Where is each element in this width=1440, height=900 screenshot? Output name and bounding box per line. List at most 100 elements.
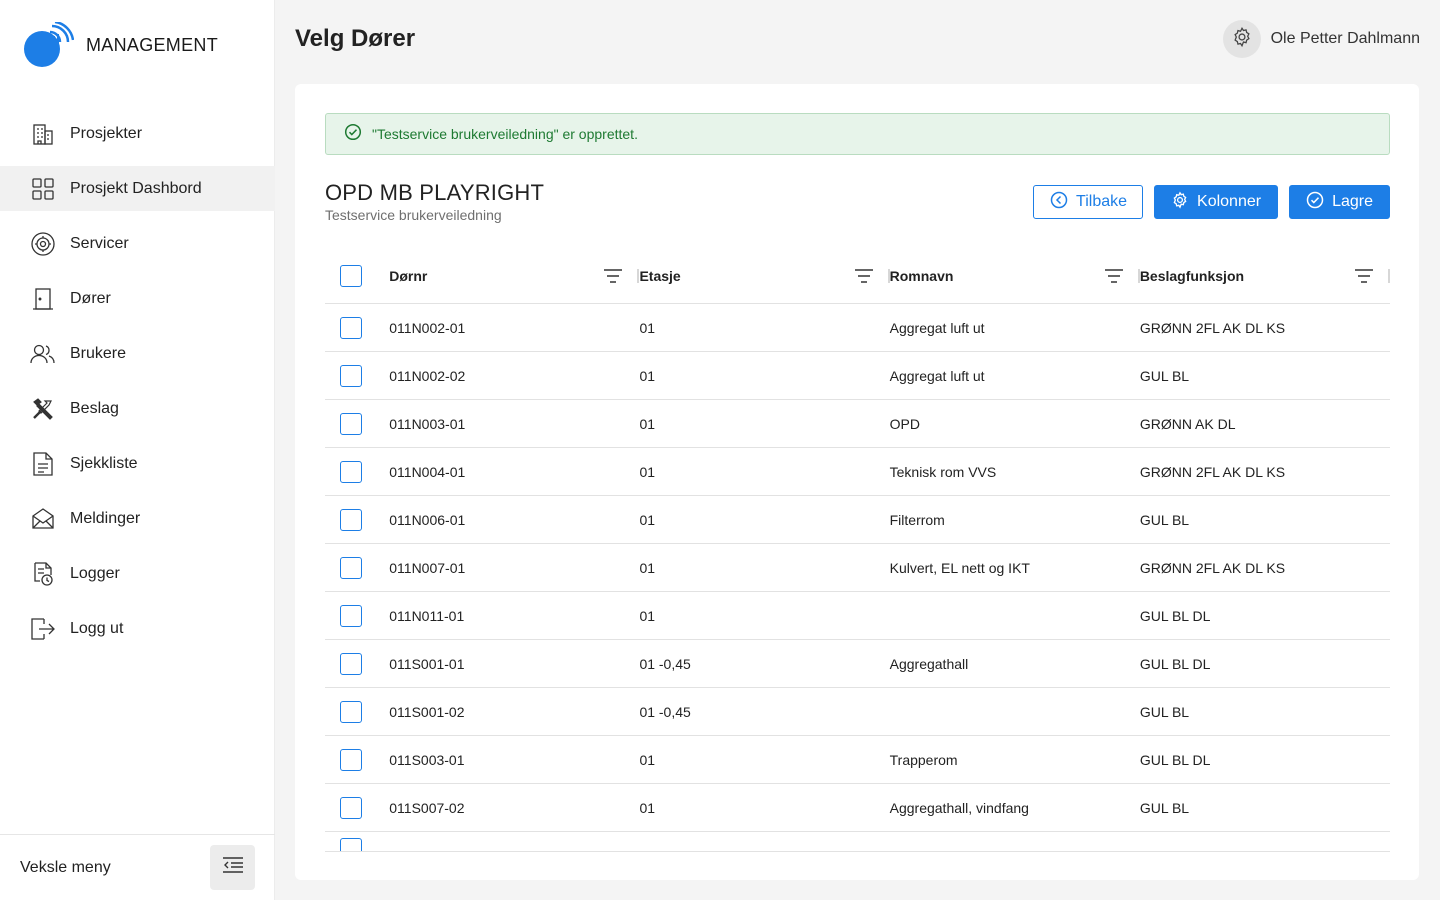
project-title: OPD MB PLAYRIGHT [325,180,545,205]
logo-mark-icon [24,20,75,68]
check-circle-icon [1306,191,1324,214]
collapse-menu-icon [222,856,244,879]
row-checkbox[interactable] [340,412,362,435]
column-header-label: Romnavn [889,267,954,284]
cell-dornr: 011S007-02 [389,799,465,816]
sidebar-item-label: Logger [70,564,120,582]
action-buttons: Tilbake Kolonner Lagre [1033,185,1390,219]
service-gear-icon [30,231,56,257]
cell-etasje: 01 [639,799,656,816]
sidebar-item-label: Prosjekter [70,124,143,142]
table-row[interactable]: 011N006-01 01 Filterrom GUL BL [325,496,1390,544]
filter-icon[interactable] [854,268,874,284]
sidebar-item-meldinger[interactable]: Meldinger [0,496,275,541]
users-icon [30,341,56,367]
cell-romnavn: Aggregat luft ut [889,319,985,336]
column-header-etasje[interactable]: Etasje [639,248,890,303]
sidebar-item-servicer[interactable]: Servicer [0,221,275,266]
cell-romnavn: Trapperom [889,751,958,768]
row-checkbox[interactable] [340,837,362,851]
table-row[interactable]: 011N007-01 01 Kulvert, EL nett og IKT GR… [325,544,1390,592]
sidebar-item-dorer[interactable]: Dører [0,276,275,321]
checklist-document-icon [30,451,56,477]
table-row[interactable]: 011N004-01 01 Teknisk rom VVS GRØNN 2FL … [325,448,1390,496]
user-name[interactable]: Ole Petter Dahlmann [1271,30,1420,48]
table-header: Dørnr Etasje Romnavn Beslagfunksjon [325,248,1390,304]
row-checkbox[interactable] [340,556,362,579]
select-all-checkbox[interactable] [340,264,362,287]
log-clock-icon [30,561,56,587]
sidebar-item-logg-ut[interactable]: Logg ut [0,606,275,651]
column-header-beslagfunksjon[interactable]: Beslagfunksjon [1140,248,1390,303]
cell-dornr: 011S003-01 [389,751,465,768]
cell-beslagfunksjon: GUL BL [1139,703,1190,720]
cell-etasje: 01 [639,367,656,384]
cell-beslagfunksjon: GRØNN 2FL AK DL KS [1139,319,1286,336]
toggle-menu-button[interactable] [210,845,255,890]
check-circle-icon [344,123,362,146]
table-row[interactable]: 011S001-02 01 -0,45 GUL BL [325,688,1390,736]
cell-dornr: 011S001-02 [389,703,465,720]
row-checkbox[interactable] [340,508,362,531]
cell-romnavn [890,688,1140,735]
mail-icon [30,506,56,532]
table-row[interactable]: 011N003-01 01 OPD GRØNN AK DL [325,400,1390,448]
back-button-label: Tilbake [1076,193,1128,210]
chevron-left-circle-icon [1050,191,1068,214]
column-divider[interactable] [1388,268,1390,283]
cell-dornr: 011N006-01 [389,511,466,528]
row-checkbox[interactable] [340,796,362,819]
filter-icon[interactable] [603,268,623,284]
cell-dornr: 011N002-02 [389,367,466,384]
project-subtitle: Testservice brukerveiledning [325,207,502,223]
sidebar-item-label: Beslag [70,399,119,417]
column-header-label: Dørnr [389,267,428,284]
row-checkbox[interactable] [340,364,362,387]
column-header-romnavn[interactable]: Romnavn [890,248,1140,303]
row-checkbox[interactable] [340,748,362,771]
sidebar-item-prosjekter[interactable]: Prosjekter [0,111,275,156]
row-checkbox[interactable] [340,604,362,627]
table-row[interactable]: 011S003-01 01 Trapperom GUL BL DL [325,736,1390,784]
cell-romnavn: OPD [889,415,920,432]
sidebar-item-beslag[interactable]: Beslag [0,386,275,431]
column-header-dornr[interactable]: Dørnr [389,248,640,303]
sidebar-item-label: Prosjekt Dashbord [70,179,202,197]
table-row-partial[interactable] [325,832,1390,852]
row-checkbox[interactable] [340,652,362,675]
row-checkbox[interactable] [340,316,362,339]
filter-icon[interactable] [1104,268,1124,284]
sidebar-item-brukere[interactable]: Brukere [0,331,275,376]
sidebar-item-label: Logg ut [70,619,124,637]
settings-avatar-button[interactable] [1222,20,1261,58]
table-row[interactable]: 011S001-01 01 -0,45 Aggregathall GUL BL … [325,640,1390,688]
cell-etasje: 01 -0,45 [639,703,691,720]
back-button[interactable]: Tilbake [1033,185,1144,219]
page-title: Velg Dører [295,25,416,52]
cell-etasje: 01 -0,45 [639,655,691,672]
table-row[interactable]: 011N002-01 01 Aggregat luft ut GRØNN 2FL… [325,304,1390,352]
sidebar-item-prosjekt-dashbord[interactable]: Prosjekt Dashbord [0,166,275,211]
sidebar-item-label: Dører [70,289,111,307]
cell-beslagfunksjon: GUL BL DL [1139,607,1211,624]
cell-etasje: 01 [639,319,656,336]
table-row[interactable]: 011N011-01 01 GUL BL DL [325,592,1390,640]
building-icon [30,121,56,147]
cell-dornr: 011N011-01 [389,607,465,624]
save-button[interactable]: Lagre [1289,185,1390,219]
filter-icon[interactable] [1354,268,1374,284]
cell-dornr: 011N007-01 [389,559,466,576]
sidebar-item-logger[interactable]: Logger [0,551,275,596]
row-checkbox[interactable] [340,700,362,723]
table-row[interactable]: 011N002-02 01 Aggregat luft ut GUL BL [325,352,1390,400]
brand-logo[interactable]: MANAGEMENT [24,20,218,68]
table-row[interactable]: 011S007-02 01 Aggregathall, vindfang GUL… [325,784,1390,832]
user-menu[interactable]: Ole Petter Dahlmann [1222,20,1420,58]
cell-etasje: 01 [639,463,656,480]
cell-etasje: 01 [639,511,656,528]
row-checkbox[interactable] [340,460,362,483]
cell-romnavn [890,592,1140,639]
sidebar-item-sjekkliste[interactable]: Sjekkliste [0,441,275,486]
columns-button[interactable]: Kolonner [1154,185,1279,219]
cell-beslagfunksjon: GUL BL DL [1139,751,1211,768]
